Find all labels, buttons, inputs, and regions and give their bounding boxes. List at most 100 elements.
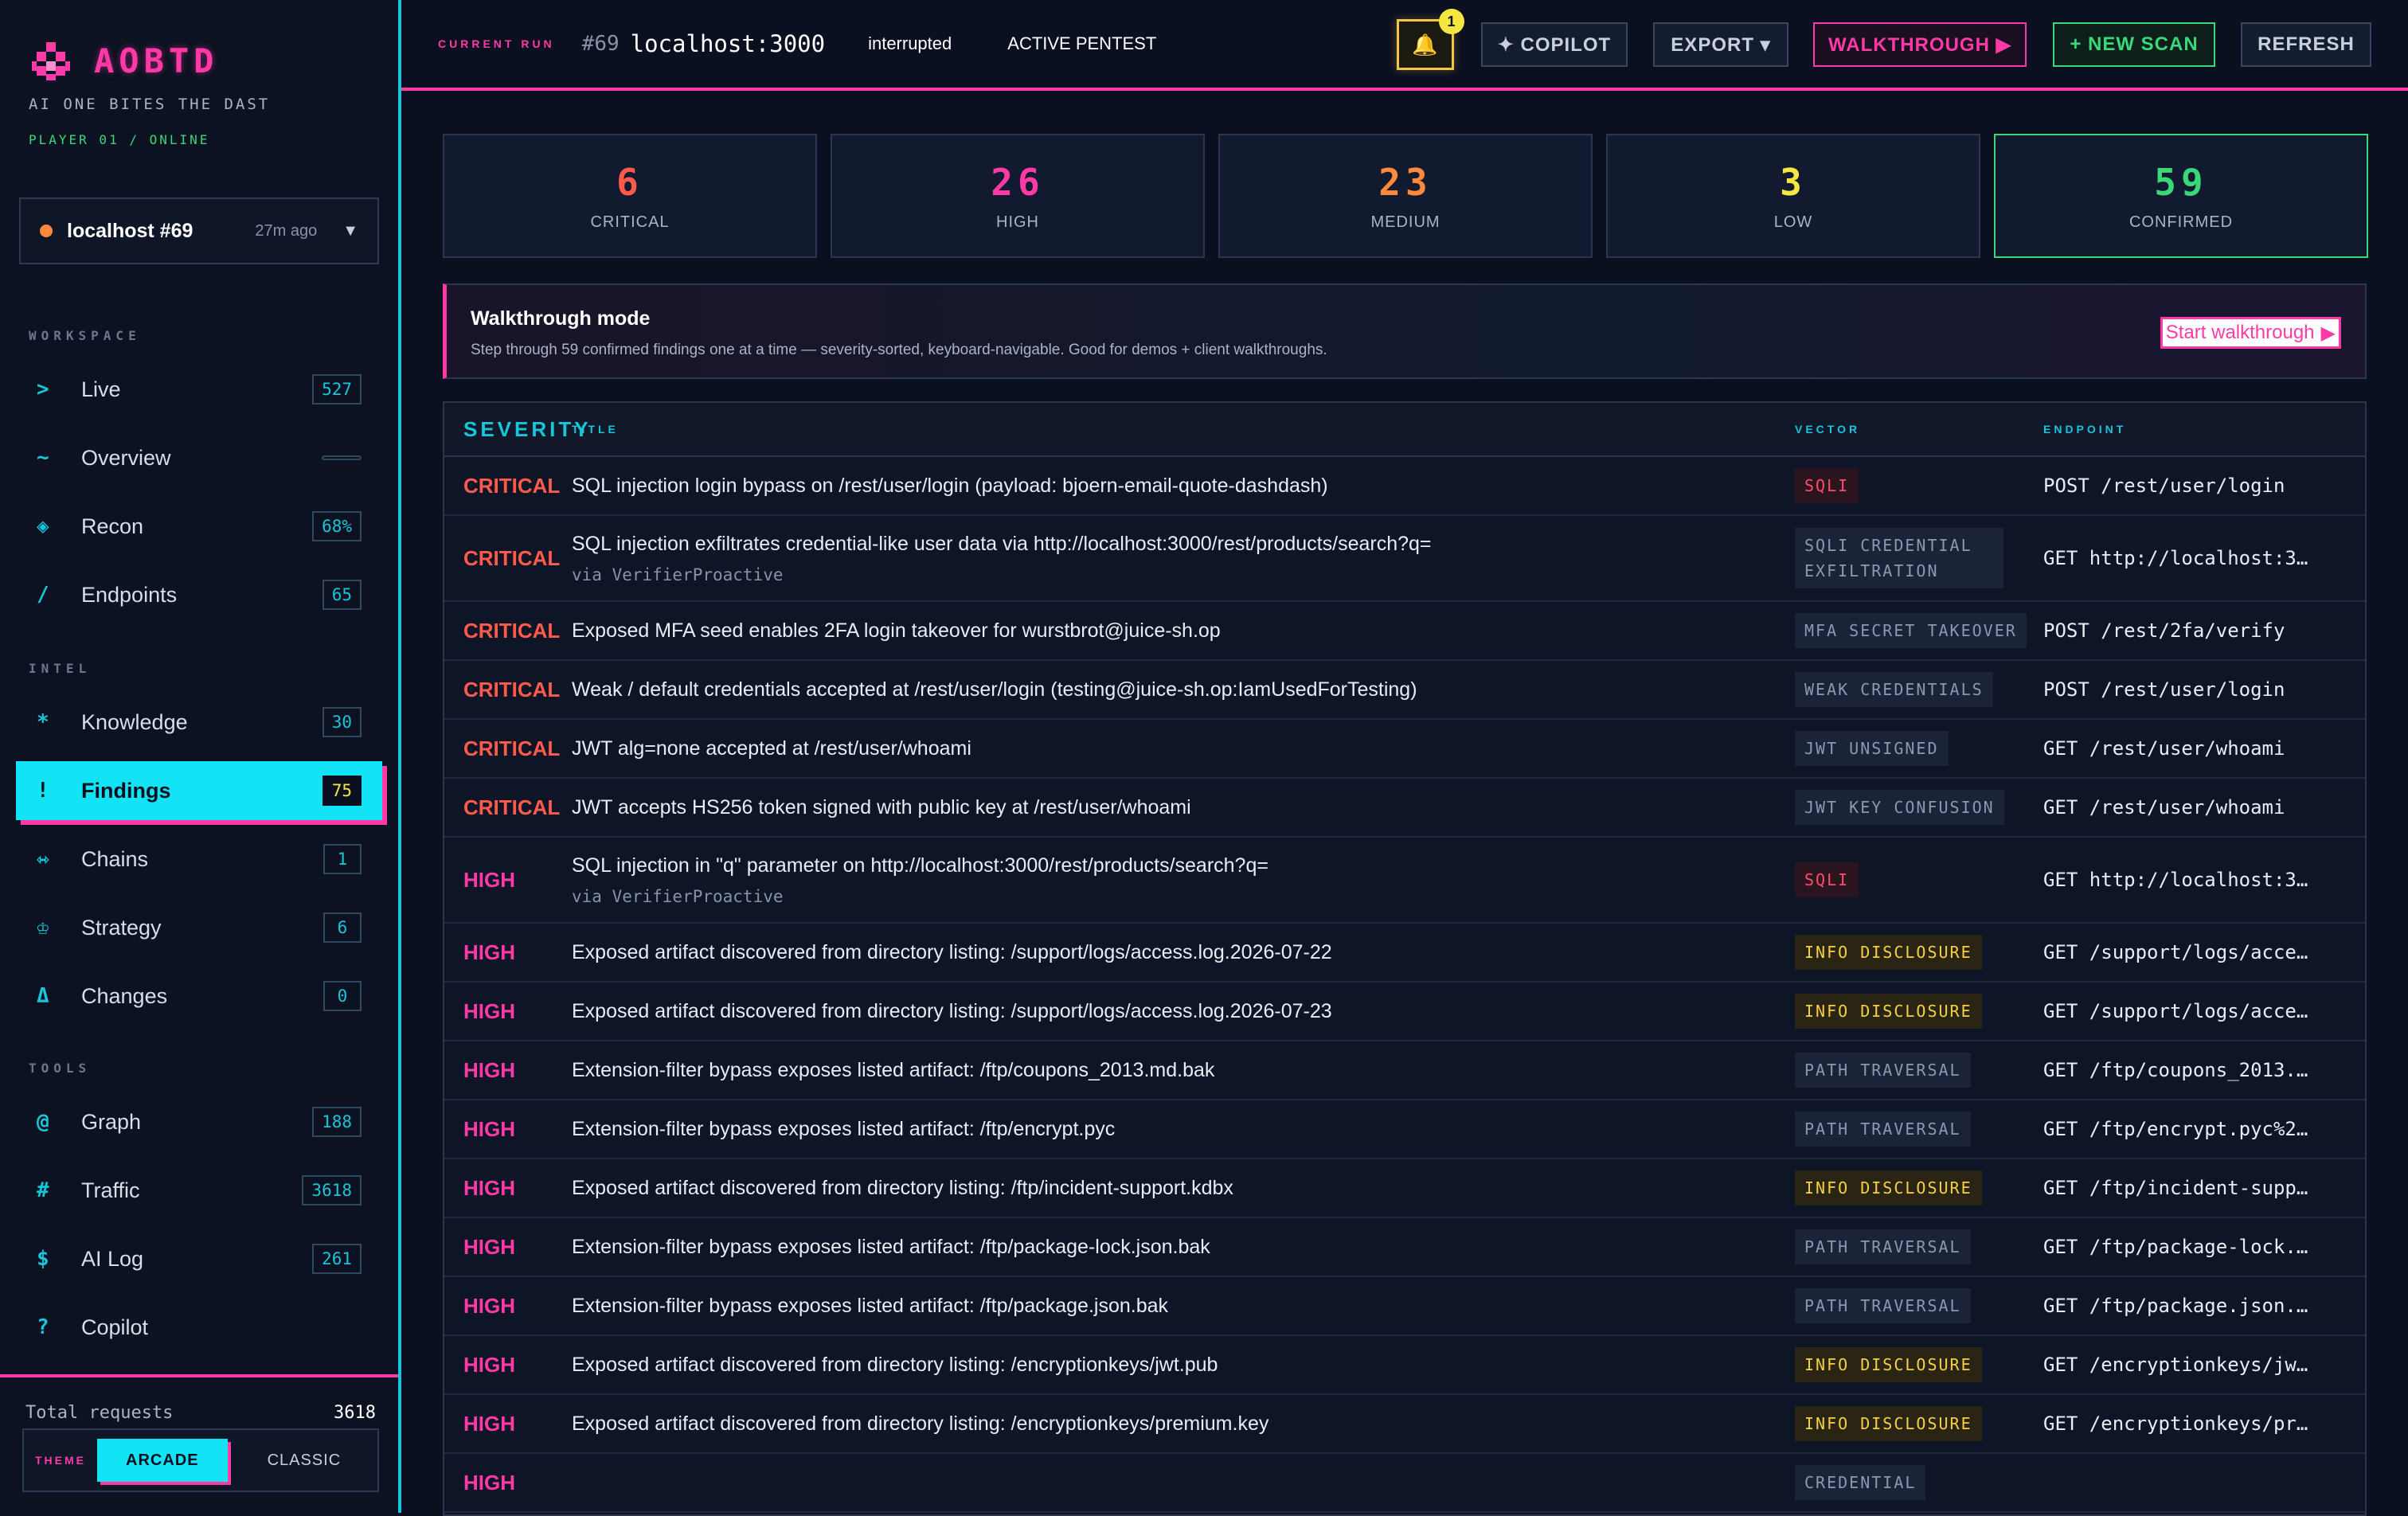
endpoint-cell: GET /ftp/encrypt.pyc%25...: [2043, 1118, 2330, 1140]
stat-label: CONFIRMED: [2128, 213, 2234, 231]
table-row[interactable]: HIGH Extension-filter bypass exposes lis…: [444, 1100, 2365, 1159]
start-walkthrough-label: Start walkthrough: [2165, 322, 2315, 343]
severity-cell: HIGH: [463, 1411, 515, 1436]
vector-cell: CREDENTIAL: [1795, 1465, 2043, 1500]
stat-card-medium[interactable]: 23 MEDIUM: [1218, 134, 1593, 258]
sidebar-item-strategy[interactable]: ♔ Strategy 6: [16, 898, 382, 957]
new-scan-button[interactable]: + NEW SCAN: [2053, 22, 2215, 67]
column-header-endpoint[interactable]: ENDPOINT: [2043, 423, 2126, 436]
chains-icon: ⇿: [37, 847, 49, 871]
stat-card-confirmed[interactable]: 59 CONFIRMED: [1994, 134, 2368, 258]
findings-icon: !: [37, 779, 49, 803]
copilot-button[interactable]: ✦ COPILOT: [1481, 22, 1628, 67]
finding-title: SQL injection in "q" parameter on http:/…: [572, 854, 1268, 877]
theme-classic-button[interactable]: CLASSIC: [239, 1439, 370, 1482]
endpoint-cell: POST /rest/user/login: [2043, 678, 2285, 701]
table-row[interactable]: CRITICAL Weak / default credentials acce…: [444, 661, 2365, 720]
sidebar-item-count: 3618: [302, 1175, 362, 1205]
walkthrough-button[interactable]: WALKTHROUGH ▶: [1813, 22, 2027, 67]
stat-value: 26: [991, 160, 1045, 204]
sidebar-item-copilot[interactable]: ? Copilot: [16, 1298, 382, 1357]
column-header-title[interactable]: TITLE: [572, 423, 1795, 436]
table-row[interactable]: HIGH Exposed artifact discovered from di…: [444, 924, 2365, 983]
table-row[interactable]: HIGH Extension-filter bypass exposes lis…: [444, 1041, 2365, 1100]
live-icon: >: [37, 377, 49, 401]
copilot-icon: ?: [37, 1315, 49, 1339]
vector-badge: INFO DISCLOSURE: [1795, 994, 1982, 1029]
title-cell: Exposed artifact discovered from directo…: [572, 1354, 1795, 1377]
sidebar-item-knowledge[interactable]: * Knowledge 30: [16, 693, 382, 752]
severity-cell: CRITICAL: [463, 677, 561, 701]
sidebar-item-chains[interactable]: ⇿ Chains 1: [16, 830, 382, 889]
finding-title: Exposed artifact discovered from directo…: [572, 1353, 1218, 1376]
title-cell: Exposed artifact discovered from directo…: [572, 941, 1795, 964]
table-row[interactable]: HIGH Exposed artifact discovered from di…: [444, 983, 2365, 1041]
sidebar-item-ai-log[interactable]: $ AI Log 261: [16, 1229, 382, 1288]
sidebar-item-count: 68%: [312, 511, 362, 541]
sidebar-item-traffic[interactable]: # Traffic 3618: [16, 1161, 382, 1220]
vector-cell: PATH TRAVERSAL: [1795, 1288, 2043, 1323]
finding-title: Exposed artifact discovered from directo…: [572, 940, 1332, 963]
table-row[interactable]: HIGH SQL injection in "q" parameter on h…: [444, 838, 2365, 924]
sidebar-item-endpoints[interactable]: / Endpoints 65: [16, 565, 382, 624]
finding-title: Extension-filter bypass exposes listed a…: [572, 1117, 1116, 1140]
vector-badge: INFO DISCLOSURE: [1795, 1347, 1982, 1382]
section-label-workspace: WORKSPACE: [29, 328, 141, 343]
endpoint-cell: GET /rest/user/whoami: [2043, 796, 2285, 819]
stat-card-low[interactable]: 3 LOW: [1606, 134, 1980, 258]
vector-cell: PATH TRAVERSAL: [1795, 1053, 2043, 1088]
column-header-vector[interactable]: VECTOR: [1795, 423, 2043, 436]
endpoint-cell: GET /rest/user/whoami: [2043, 737, 2285, 760]
table-row[interactable]: HIGH Exposed artifact discovered from di…: [444, 1159, 2365, 1218]
vector-badge: JWT KEY CONFUSION: [1795, 790, 2004, 825]
target-selector[interactable]: localhost #69 27m ago ▼: [19, 197, 379, 264]
sidebar-item-recon[interactable]: ◈ Recon 68%: [16, 497, 382, 556]
title-cell: Extension-filter bypass exposes listed a…: [572, 1236, 1795, 1259]
sidebar-item-overview[interactable]: ~ Overview: [16, 428, 382, 487]
vector-cell: SQLI: [1795, 468, 2043, 503]
endpoint-cell: POST /rest/user/login: [2043, 475, 2285, 497]
app-tagline: AI ONE BITES THE DAST: [29, 96, 271, 113]
finding-title: SQL injection login bypass on /rest/user…: [572, 474, 1328, 497]
refresh-button[interactable]: REFRESH: [2241, 22, 2371, 67]
severity-cell: CRITICAL: [463, 618, 561, 643]
finding-source: via VerifierProactive: [572, 886, 784, 906]
title-cell: Extension-filter bypass exposes listed a…: [572, 1118, 1795, 1141]
sidebar-item-changes[interactable]: Δ Changes 0: [16, 967, 382, 1026]
play-icon: ▶: [2320, 322, 2336, 344]
export-button[interactable]: EXPORT ▾: [1653, 22, 1788, 67]
vector-cell: SQLI: [1795, 862, 2043, 897]
column-header-severity[interactable]: SEVERITY: [444, 417, 588, 442]
finding-title: Extension-filter bypass exposes listed a…: [572, 1058, 1215, 1081]
table-row[interactable]: HIGH Extension-filter bypass exposes lis…: [444, 1218, 2365, 1277]
title-cell: Exposed artifact discovered from directo…: [572, 1177, 1795, 1200]
table-row[interactable]: HIGH Exposed artifact discovered from di…: [444, 1395, 2365, 1454]
table-row[interactable]: CRITICAL Exposed MFA seed enables 2FA lo…: [444, 602, 2365, 661]
table-row[interactable]: CRITICAL JWT accepts HS256 token signed …: [444, 779, 2365, 838]
table-row[interactable]: CRITICAL SQL injection login bypass on /…: [444, 457, 2365, 516]
table-row[interactable]: CRITICAL JWT alg=none accepted at /rest/…: [444, 720, 2365, 779]
endpoint-cell: GET /support/logs/access.log.2026-07-23: [2043, 1000, 2330, 1022]
walkthrough-title: Walkthrough mode: [471, 307, 651, 330]
table-row[interactable]: HIGH Extension-filter bypass exposes lis…: [444, 1277, 2365, 1336]
table-row[interactable]: HIGH CREDENTIAL: [444, 1454, 2365, 1513]
finding-title: Exposed artifact discovered from directo…: [572, 1176, 1233, 1199]
table-row[interactable]: CRITICAL SQL injection exfiltrates crede…: [444, 516, 2365, 602]
start-walkthrough-button[interactable]: Start walkthrough ▶: [2160, 317, 2341, 349]
sidebar-item-count: 1: [323, 844, 362, 874]
sidebar-item-findings[interactable]: ! Findings 75: [16, 761, 382, 820]
severity-cell: HIGH: [463, 867, 515, 892]
sidebar-item-live[interactable]: > Live 527: [16, 360, 382, 419]
table-row[interactable]: HIGH Exposed artifact discovered from di…: [444, 1336, 2365, 1395]
stat-card-critical[interactable]: 6 CRITICAL: [443, 134, 817, 258]
notifications-button[interactable]: 🔔 1: [1397, 9, 1464, 70]
finding-title: Exposed artifact discovered from directo…: [572, 1412, 1269, 1435]
sidebar-item-graph[interactable]: @ Graph 188: [16, 1092, 382, 1151]
vector-cell: INFO DISCLOSURE: [1795, 1406, 2043, 1441]
endpoint-cell: GET /ftp/package-lock.json.bak: [2043, 1236, 2330, 1258]
finding-title: SQL injection exfiltrates credential-lik…: [572, 532, 1432, 555]
vector-cell: INFO DISCLOSURE: [1795, 1170, 2043, 1205]
vector-badge: SQLI: [1795, 862, 1859, 897]
theme-arcade-button[interactable]: ARCADE: [97, 1439, 228, 1482]
stat-card-high[interactable]: 26 HIGH: [831, 134, 1205, 258]
